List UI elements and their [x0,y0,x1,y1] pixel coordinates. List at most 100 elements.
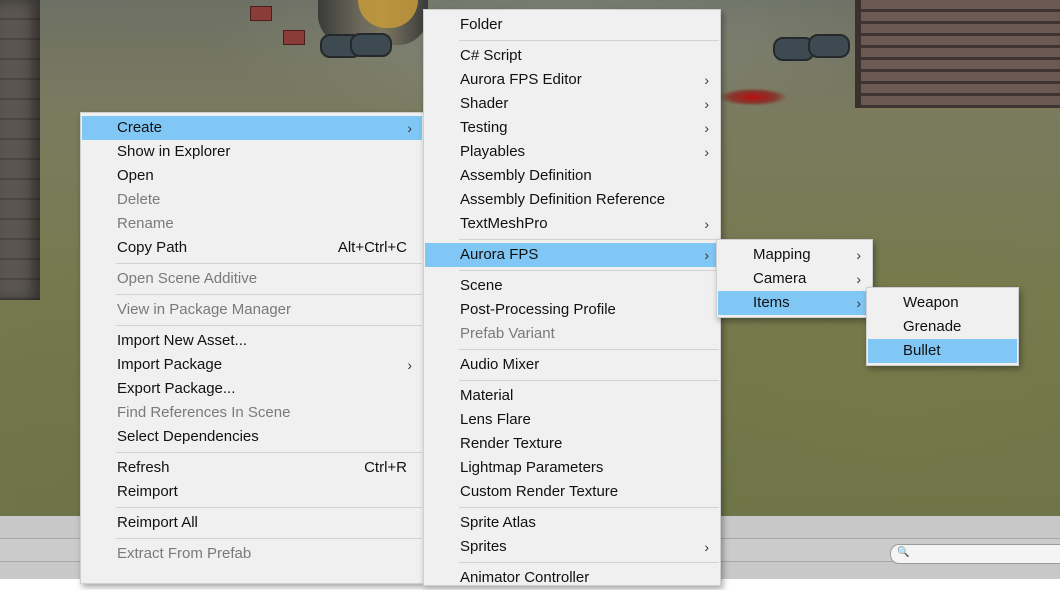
menu-item-items[interactable]: Items › [718,291,871,315]
aurora-fps-submenu: Mapping › Camera › Items › [716,239,873,318]
menu-item-open[interactable]: Open [82,164,422,188]
menu-item-label: Material [460,387,514,404]
menu-item-bullet[interactable]: Bullet [868,339,1017,363]
menu-item-label: Assembly Definition [460,167,592,184]
search-input[interactable]: 🔍 [890,544,1060,564]
menu-item-folder[interactable]: Folder [425,13,719,37]
menu-item-label: Select Dependencies [117,428,259,445]
chevron-right-icon: › [407,120,412,136]
chevron-right-icon: › [704,120,709,136]
menu-item-extract-from-prefab: Extract From Prefab [82,542,422,566]
menu-item-scene[interactable]: Scene [425,274,719,298]
menu-separator [116,507,422,508]
crate-prop [283,30,305,45]
menu-item-label: Create [117,119,163,136]
tire-prop [350,33,392,57]
menu-item-weapon[interactable]: Weapon [868,291,1017,315]
menu-item-reimport-all[interactable]: Reimport All [82,511,422,535]
chevron-right-icon: › [407,357,412,373]
menu-item-playables[interactable]: Playables › [425,140,719,164]
menu-item-label: Show in Explorer [117,143,231,160]
menu-item-label: Find References In Scene [117,404,291,421]
menu-item-label: Aurora FPS [460,246,539,263]
chevron-right-icon: › [704,216,709,232]
menu-item-assembly-definition[interactable]: Assembly Definition [425,164,719,188]
menu-item-grenade[interactable]: Grenade [868,315,1017,339]
menu-item-assembly-definition-reference[interactable]: Assembly Definition Reference [425,188,719,212]
menu-separator [459,562,719,563]
menu-item-label: Open [117,167,154,184]
menu-item-textmeshpro[interactable]: TextMeshPro › [425,212,719,236]
menu-item-label: Render Texture [460,435,563,452]
menu-item-label: Grenade [903,318,962,335]
menu-item-csharp-script[interactable]: C# Script [425,44,719,68]
chevron-right-icon: › [856,271,861,287]
menu-item-label: Mapping [753,246,811,263]
chevron-right-icon: › [704,96,709,112]
menu-item-sprite-atlas[interactable]: Sprite Atlas [425,511,719,535]
brick-wall [0,0,40,300]
items-submenu: Weapon Grenade Bullet [866,287,1019,366]
menu-item-import-package[interactable]: Import Package › [82,353,422,377]
menu-separator [459,380,719,381]
menu-item-import-new-asset[interactable]: Import New Asset... [82,329,422,353]
menu-item-label: Bullet [903,342,941,359]
menu-item-mapping[interactable]: Mapping › [718,243,871,267]
menu-item-label: Scene [460,277,503,294]
menu-item-custom-render-texture[interactable]: Custom Render Texture [425,480,719,504]
menu-item-prefab-variant: Prefab Variant [425,322,719,346]
menu-item-refresh[interactable]: Refresh Ctrl+R [82,456,422,480]
crate-prop [250,6,272,21]
menu-item-sprites[interactable]: Sprites › [425,535,719,559]
menu-item-animator-controller[interactable]: Animator Controller [425,566,719,590]
shortcut-text: Ctrl+R [364,459,407,476]
menu-item-camera[interactable]: Camera › [718,267,871,291]
menu-item-label: Camera [753,270,807,287]
menu-separator [116,538,422,539]
menu-item-label: Lens Flare [460,411,531,428]
menu-item-shader[interactable]: Shader › [425,92,719,116]
menu-item-label: Sprites [460,538,507,555]
menu-item-audio-mixer[interactable]: Audio Mixer [425,353,719,377]
menu-item-select-dependencies[interactable]: Select Dependencies [82,425,422,449]
chevron-right-icon: › [856,295,861,311]
menu-item-testing[interactable]: Testing › [425,116,719,140]
menu-item-copy-path[interactable]: Copy Path Alt+Ctrl+C [82,236,422,260]
menu-item-label: Rename [117,215,174,232]
menu-item-render-texture[interactable]: Render Texture [425,432,719,456]
menu-item-lens-flare[interactable]: Lens Flare [425,408,719,432]
menu-item-label: Prefab Variant [460,325,555,342]
pallet-stack [855,0,1060,108]
menu-item-lightmap-parameters[interactable]: Lightmap Parameters [425,456,719,480]
blood-decal [718,88,788,106]
menu-item-label: TextMeshPro [460,215,548,232]
menu-separator [116,325,422,326]
menu-item-label: C# Script [460,47,522,64]
menu-item-aurora-fps[interactable]: Aurora FPS › [425,243,719,267]
menu-item-label: Post-Processing Profile [460,301,616,318]
asset-context-menu: Create › Show in Explorer Open Delete Re… [80,112,424,584]
menu-separator [116,294,422,295]
menu-item-delete: Delete [82,188,422,212]
menu-item-post-processing-profile[interactable]: Post-Processing Profile [425,298,719,322]
menu-separator [459,270,719,271]
menu-item-label: Extract From Prefab [117,545,252,562]
menu-item-export-package[interactable]: Export Package... [82,377,422,401]
create-submenu: Folder C# Script Aurora FPS Editor › Sha… [423,9,721,586]
menu-item-show-in-explorer[interactable]: Show in Explorer [82,140,422,164]
menu-item-aurora-fps-editor[interactable]: Aurora FPS Editor › [425,68,719,92]
menu-item-label: Import New Asset... [117,332,248,349]
menu-item-label: Open Scene Additive [117,270,258,287]
menu-item-label: Folder [460,16,503,33]
tire-prop [808,34,850,58]
menu-item-label: Items [753,294,790,311]
menu-item-material[interactable]: Material [425,384,719,408]
menu-item-create[interactable]: Create › [82,116,422,140]
menu-item-label: Import Package [117,356,223,373]
chevron-right-icon: › [704,144,709,160]
menu-item-reimport[interactable]: Reimport [82,480,422,504]
menu-item-label: Reimport [117,483,178,500]
menu-item-label: Reimport All [117,514,198,531]
menu-item-label: Playables [460,143,526,160]
menu-item-label: Export Package... [117,380,236,397]
